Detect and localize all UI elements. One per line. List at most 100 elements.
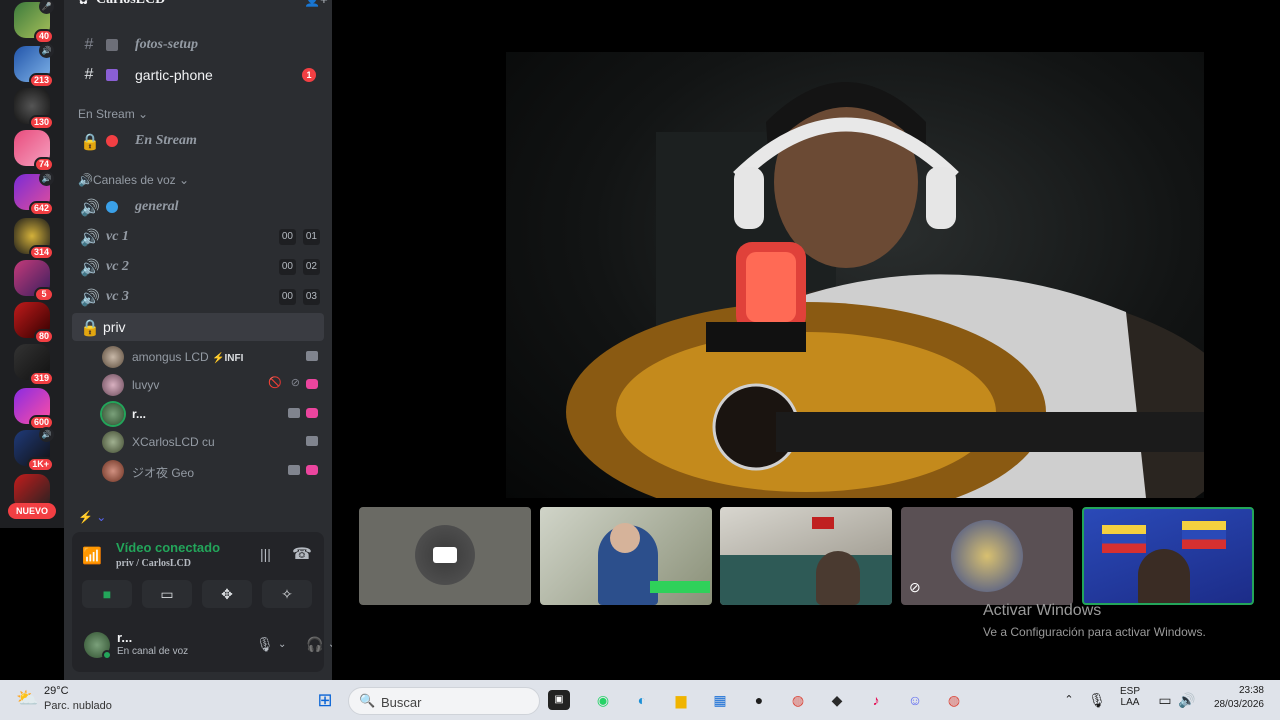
current-username[interactable]: r... (117, 630, 132, 645)
voice-channel-vc1[interactable]: 🔊 vc 1 00 01 (72, 223, 324, 251)
mention-count: 74 (33, 157, 54, 172)
channel-gartic-phone[interactable]: # gartic-phone 1 (72, 61, 324, 89)
server-header[interactable]: ✿ CarlosLCD 👤+ (64, 0, 332, 14)
voice-location[interactable]: priv / CarlosLCD (116, 558, 191, 569)
voice-user[interactable]: amongus LCD ⚡INFI (102, 345, 322, 369)
search-box[interactable]: 🔍 Buscar (348, 687, 540, 715)
user-count: 00 (278, 259, 296, 275)
server-icon-9[interactable]: 319 (14, 344, 54, 386)
category-label: En Stream (78, 107, 135, 121)
file-explorer-icon[interactable]: ▆ (668, 688, 694, 712)
task-view-icon[interactable]: ▣ (548, 690, 570, 710)
channel-en-stream[interactable]: 🔒 En Stream (72, 127, 324, 155)
bed (720, 555, 892, 605)
voice-channel-vc2[interactable]: 🔊 vc 2 00 02 (72, 253, 324, 281)
category-collapsed[interactable]: ⚡ ⌄ (78, 510, 106, 524)
speaker-icon: 🔊 (39, 171, 54, 186)
server-icon-6[interactable]: 314 (14, 218, 54, 260)
participant-tile-2[interactable] (540, 507, 712, 605)
disconnect-icon[interactable]: ☎ (292, 544, 312, 564)
participant-avatar (951, 520, 1023, 592)
voice-channel-priv[interactable]: 🔒 priv (72, 313, 324, 341)
screen-share-button[interactable]: ▭ (142, 580, 192, 608)
guitar-neck (776, 412, 1204, 452)
globe-icon (106, 201, 118, 213)
channel-sidebar: ✿ CarlosLCD 👤+ # fotos-setup # gartic-ph… (64, 0, 332, 680)
microsoft-store-icon[interactable]: ▦ (707, 688, 733, 712)
show-hidden-icons[interactable]: ⌃ (1056, 688, 1082, 712)
clock[interactable]: 23:38 28/03/2026 (1204, 685, 1264, 710)
channel-name: fotos-setup (135, 37, 198, 52)
noise-suppression-icon[interactable]: ||| (260, 546, 271, 562)
server-icon-4[interactable]: 74 (14, 130, 54, 172)
mic-stand (706, 322, 806, 352)
speaker-icon: 🔊 (39, 43, 54, 58)
participant-tile-4[interactable]: ⊘ (901, 507, 1073, 605)
deafened-icon: ⊘ (290, 377, 300, 389)
camera-button[interactable]: ■ (82, 580, 132, 608)
server-icon-7[interactable]: 5 (14, 260, 54, 302)
flag-left (1102, 525, 1146, 553)
chrome-profile-icon[interactable]: ◍ (941, 688, 967, 712)
server-rail: 🎤 40 🔊 213 130 74 🔊 642 314 5 80 319 600 🔊 1… (0, 0, 64, 528)
video-icon (288, 408, 300, 418)
participant-face (1138, 549, 1190, 603)
discord-icon[interactable]: ☺ (902, 688, 928, 712)
server-icon-2[interactable]: 🔊 213 (14, 43, 54, 88)
upwork-icon[interactable]: ● (746, 688, 772, 712)
activities-button[interactable]: ✥ (202, 580, 252, 608)
headphone-cup-right (926, 167, 956, 229)
screen: 🎤 40 🔊 213 130 74 🔊 642 314 5 80 319 600 🔊 1… (0, 0, 1280, 720)
headphones-icon[interactable]: 🎧 (306, 636, 323, 653)
participant-tile-1[interactable] (359, 507, 531, 605)
server-icon-10[interactable]: 600 (14, 388, 54, 430)
date: 28/03/2026 (1213, 699, 1264, 710)
server-icon-11[interactable]: 🔊 1K+ (14, 427, 54, 472)
volume-icon[interactable]: 🔊 (1174, 688, 1200, 712)
main-video-feed[interactable] (506, 52, 1204, 498)
category-en-stream[interactable]: En Stream ⌄ (78, 107, 148, 121)
tiktok-icon[interactable]: ♪ (863, 688, 889, 712)
voice-user[interactable]: ジオ夜 Geo (102, 459, 322, 483)
server-icon-8[interactable]: 80 (14, 302, 54, 344)
windows-taskbar: ⛅ 29°C Parc. nublado ⊞ 🔍 Buscar ▣ ◉ ◐ ▆ … (0, 680, 1280, 720)
current-user-status: En canal de voz (117, 646, 189, 657)
username-text: amongus LCD (132, 350, 209, 364)
channel-fotos-setup[interactable]: # fotos-setup (72, 31, 324, 59)
voice-user[interactable]: XCarlosLCD cu (102, 430, 322, 454)
whatsapp-icon[interactable]: ◉ (590, 688, 616, 712)
server-icon-1[interactable]: 🎤 40 (14, 0, 54, 44)
voice-channel-general[interactable]: 🔊 general (72, 193, 324, 221)
microphone-tray-icon[interactable]: 🎙 (1084, 688, 1110, 712)
new-badge[interactable]: NUEVO (8, 503, 56, 519)
avatar (102, 431, 124, 453)
voice-user[interactable]: luvyv 🚫 ⊘ (102, 373, 322, 397)
voice-user[interactable]: r... (102, 402, 322, 426)
avatar (102, 460, 124, 482)
temperature: 29°C (44, 685, 69, 697)
start-button[interactable]: ⊞ (312, 688, 338, 712)
voice-location-text: priv / CarlosLCD (116, 558, 191, 569)
chrome-icon[interactable]: ◍ (785, 688, 811, 712)
participant-face (816, 551, 860, 605)
app-icon[interactable]: ◆ (824, 688, 850, 712)
soundboard-button[interactable]: ✧ (262, 580, 312, 608)
participant-tile-self[interactable] (1082, 507, 1254, 605)
hash-icon: # (84, 36, 94, 53)
voice-channel-vc3[interactable]: 🔊 vc 3 00 03 (72, 283, 324, 311)
chevron-down-icon[interactable]: ⌄ (278, 639, 286, 650)
folder-emoji-icon (106, 39, 118, 51)
category-voice[interactable]: 🔊Canales de voz ⌄ (78, 173, 189, 187)
participant-tile-3[interactable] (720, 507, 892, 605)
add-member-icon[interactable]: 👤+ (304, 0, 328, 8)
server-icon-3[interactable]: 130 (14, 88, 54, 130)
mention-count: 319 (28, 371, 54, 386)
voice-connection-panel: 📶 Vídeo conectado priv / CarlosLCD ||| ☎… (72, 532, 324, 620)
mention-count: 314 (28, 245, 54, 260)
edge-icon[interactable]: ◐ (629, 688, 655, 712)
server-icon-5[interactable]: 🔊 642 (14, 171, 54, 216)
voice-status[interactable]: Vídeo conectado (116, 540, 220, 555)
user-limit: 03 (302, 289, 320, 305)
microphone-icon[interactable]: 🎙 (256, 636, 274, 653)
language-indicator[interactable]: ESP LAA (1116, 686, 1144, 708)
